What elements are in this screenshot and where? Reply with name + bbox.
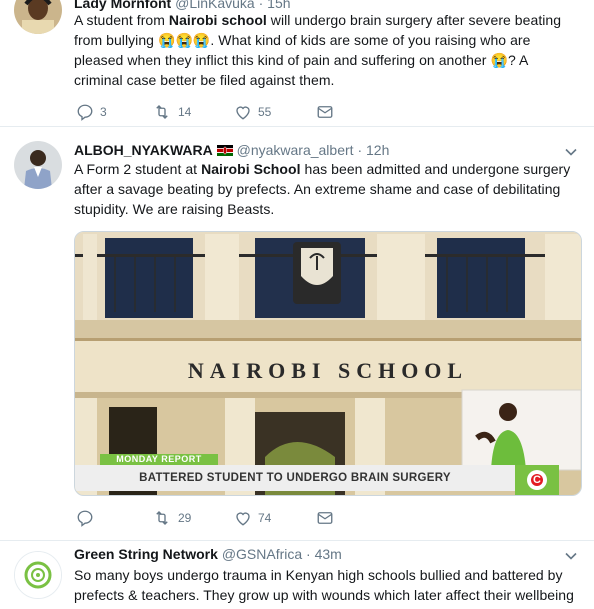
text-bold: Nairobi School <box>201 161 301 177</box>
separator-dot: · <box>306 546 311 562</box>
tweet-3[interactable]: Green String Network @GSNAfrica · 43m So… <box>0 541 594 609</box>
author-name[interactable]: Green String Network <box>74 546 218 562</box>
building-sign: NAIROBI SCHOOL <box>187 358 469 383</box>
reply-button[interactable]: 3 <box>76 102 107 122</box>
tweet-1[interactable]: Lady Mornfont @LinKavuka · 15h A student… <box>0 0 594 126</box>
channel-logo: C <box>533 474 541 486</box>
tweet-time[interactable]: 12h <box>366 142 389 158</box>
tweet-actions: 29 74 <box>74 508 354 528</box>
dm-button[interactable] <box>316 508 334 528</box>
separator-dot: · <box>357 142 363 158</box>
tweet-header: Green String Network @GSNAfrica · 43m <box>74 545 342 563</box>
reply-button[interactable] <box>76 508 100 528</box>
reply-count: 3 <box>100 105 107 119</box>
retweet-button[interactable]: 14 <box>152 102 191 122</box>
text-part: A Form 2 student at <box>74 161 202 177</box>
text-part: A student from <box>74 12 169 28</box>
author-handle[interactable]: @GSNAfrica <box>222 546 302 562</box>
like-button[interactable]: 74 <box>234 508 271 528</box>
tweet-text: A student from Nairobi school will under… <box>74 10 574 90</box>
like-count: 55 <box>258 105 272 119</box>
tweet-time[interactable]: 43m <box>315 546 342 562</box>
retweet-count: 29 <box>178 511 192 525</box>
reply-icon <box>77 510 93 527</box>
tweet-header: ALBOH_NYAKWARA @nyakwara_albert · 12h <box>74 141 389 159</box>
author-name[interactable]: ALBOH_NYAKWARA <box>74 142 213 158</box>
avatar[interactable] <box>14 0 62 34</box>
kenya-flag-icon <box>216 142 233 156</box>
like-icon <box>236 512 250 526</box>
retweet-button[interactable]: 29 <box>152 508 191 528</box>
dm-icon <box>317 512 333 524</box>
tweet-2[interactable]: ALBOH_NYAKWARA @nyakwara_albert · 12h A … <box>0 127 594 541</box>
tweet-actions: 3 14 55 <box>74 102 354 122</box>
like-icon <box>236 106 250 120</box>
crying-emoji: 😭😭😭 <box>157 32 211 48</box>
dm-icon <box>317 106 333 118</box>
dm-button[interactable] <box>316 102 334 122</box>
avatar[interactable] <box>14 551 62 599</box>
retweet-icon <box>156 105 168 119</box>
news-headline: BATTERED STUDENT TO UNDERGO BRAIN SURGER… <box>139 472 451 484</box>
retweet-count: 14 <box>178 105 192 119</box>
chevron-down-icon[interactable] <box>564 145 578 159</box>
author-handle[interactable]: @nyakwara_albert <box>237 142 354 158</box>
retweet-icon <box>156 511 168 525</box>
tweet-text: So many boys undergo trauma in Kenyan hi… <box>74 567 574 603</box>
reply-icon <box>77 104 93 121</box>
crying-emoji: 😭 <box>490 52 508 68</box>
like-button[interactable]: 55 <box>234 102 271 122</box>
chevron-down-icon[interactable] <box>564 549 578 563</box>
avatar[interactable] <box>14 141 62 189</box>
like-count: 74 <box>258 511 272 525</box>
tweet-text: A Form 2 student at Nairobi School has b… <box>74 159 574 219</box>
tweet-media-image[interactable]: NAIROBI SCHOOL MONDAY REPORT BATTERED ST… <box>74 231 582 496</box>
text-bold: Nairobi school <box>168 12 267 28</box>
banner-label: MONDAY REPORT <box>116 454 202 464</box>
